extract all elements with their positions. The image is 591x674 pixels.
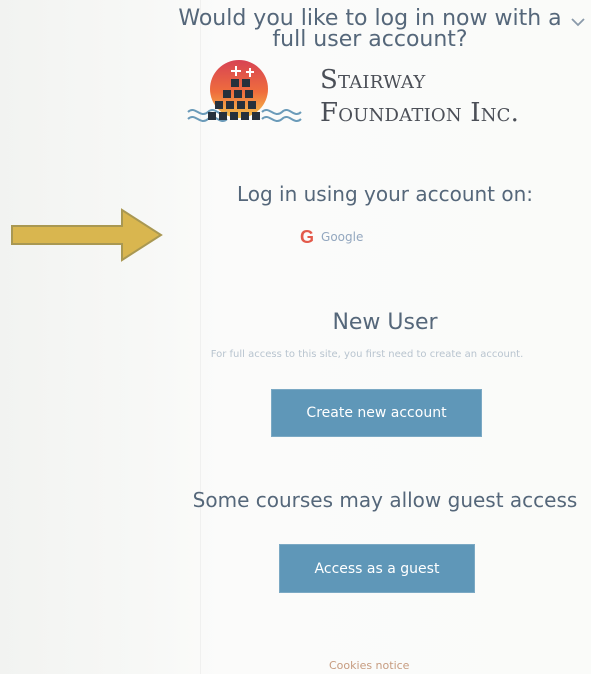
- arrow-right-icon: [11, 208, 163, 262]
- stairway-foundation-logo: Stairway Foundation Inc.: [170, 54, 580, 134]
- guest-access-title: Some courses may allow guest access: [192, 488, 578, 512]
- google-g-icon: G: [300, 226, 315, 247]
- access-as-guest-button[interactable]: Access as a guest: [279, 544, 475, 593]
- google-login-link[interactable]: G Google: [300, 223, 363, 251]
- external-login-title: Log in using your account on:: [236, 182, 534, 206]
- login-page: Would you like to log in now with a full…: [0, 0, 591, 674]
- brand-name: Stairway Foundation Inc.: [320, 64, 580, 130]
- stairway-sun-logo-icon: [187, 60, 302, 122]
- brand-name-line-1: Stairway: [320, 65, 426, 95]
- cookies-notice-link[interactable]: Cookies notice: [329, 659, 409, 672]
- chevron-down-icon[interactable]: [570, 14, 586, 30]
- login-prompt-title: Would you like to log in now with a full…: [178, 6, 562, 52]
- google-login-label: Google: [321, 230, 364, 244]
- brand-name-line-2: Foundation Inc.: [320, 98, 520, 128]
- new-user-description: For full access to this site, you first …: [210, 349, 524, 360]
- new-user-title: New User: [332, 310, 438, 335]
- create-account-button[interactable]: Create new account: [271, 389, 482, 437]
